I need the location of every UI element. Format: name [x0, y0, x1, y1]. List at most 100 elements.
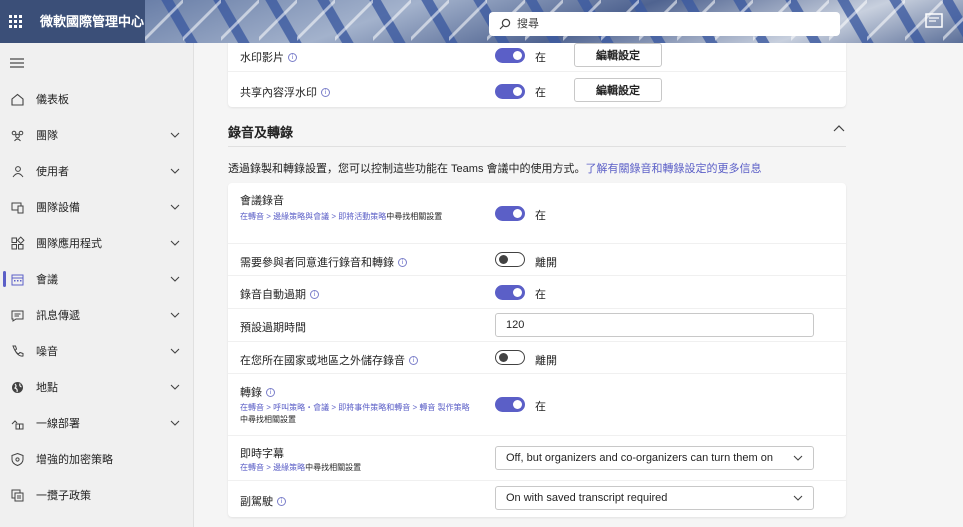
edit-settings-button[interactable]: 編輯設定 [574, 43, 662, 67]
sidebar-item-label: 團隊應用程式 [36, 238, 102, 250]
setting-row-auto-expire: 錄音自動過期 i 在 [228, 276, 846, 309]
setting-name: 轉錄 i [240, 384, 275, 400]
sidebar-item-label: 儀表板 [36, 94, 69, 106]
toggle-state-label: 在 [535, 52, 546, 64]
sidebar-item-locations[interactable]: 地點 [0, 369, 194, 405]
setting-name: 副駕駛 i [240, 493, 286, 509]
setting-name: 即時字幕 [240, 448, 284, 460]
sidebar-item-meetings[interactable]: 會議 [0, 261, 194, 297]
chevron-up-icon[interactable] [833, 124, 845, 132]
users-icon [12, 165, 24, 177]
learn-more-link[interactable]: 了解有關錄音和轉錄設定的更多信息 [586, 163, 762, 175]
toggle-state-label: 在 [535, 210, 546, 222]
live-captions-dropdown[interactable]: Off, but organizers and co-organizers ca… [495, 446, 814, 470]
search-input[interactable] [517, 18, 817, 30]
info-icon[interactable]: i [409, 355, 418, 365]
sidebar-item-label: 增強的加密策略 [36, 454, 113, 466]
sidebar-item-voice[interactable]: 噪音 [0, 333, 194, 369]
setting-name: 需要參與者同意進行錄音和轉錄 i [240, 254, 407, 270]
section-divider [228, 146, 846, 147]
setting-path: 在轉音 > 邊緣策略中尋找相關設置 [240, 462, 470, 474]
phone-icon [12, 345, 24, 357]
setting-name: 共享內容浮水印 i [240, 84, 330, 100]
chevron-down-icon [793, 455, 803, 461]
chat-icon [11, 310, 24, 322]
info-icon[interactable]: i [288, 52, 297, 62]
setting-path: 在轉音 > 邊緣策略與會議 > 即將活動策略中尋找相關設置 [240, 211, 470, 223]
sidebar-item-label: 噪音 [36, 346, 58, 358]
section-description-text: 透過錄製和轉錄設置，您可以控制這些功能在 Teams 會議中的使用方式。 [228, 163, 586, 175]
policy-path-link[interactable]: 在轉音 > 呼叫策略・會議 > 即將事件策略和轉音 > 轉音 製作策略 [240, 403, 470, 412]
policy-path-link[interactable]: 在轉音 > 邊緣策略 [240, 463, 305, 472]
teams-icon [11, 130, 24, 141]
setting-name: 預設過期時間 [240, 322, 306, 334]
copilot-dropdown[interactable]: On with saved transcript required [495, 486, 814, 510]
store-outside-toggle[interactable] [495, 350, 525, 365]
transcription-toggle[interactable] [495, 397, 525, 412]
sidebar-item-label: 地點 [36, 382, 58, 394]
setting-row-default-expiry: 預設過期時間 120 [228, 309, 846, 342]
info-icon[interactable]: i [321, 87, 330, 97]
sidebar-item-teams[interactable]: 團隊 [0, 117, 194, 153]
sidebar: 儀表板 團隊 使用者 團隊設備 團隊應用程式 會議 訊息傳遞 噪音 地點 一線部… [0, 43, 194, 527]
toggle-state-label: 在 [535, 87, 546, 99]
hamburger-menu-icon[interactable] [10, 57, 24, 69]
sidebar-item-team-devices[interactable]: 團隊設備 [0, 189, 194, 225]
info-icon[interactable]: i [277, 496, 286, 506]
policy-package-icon [11, 489, 24, 501]
setting-row-copilot: 副駕駛 i On with saved transcript required [228, 481, 846, 517]
setting-name: 會議錄音 [240, 195, 284, 207]
frontline-icon [11, 419, 24, 429]
apps-icon [11, 235, 25, 249]
policy-path-link[interactable]: 在轉音 > 邊緣策略與會議 > 即將活動策略 [240, 212, 386, 221]
notification-icon[interactable] [924, 12, 944, 30]
default-expiry-value: 120 [506, 319, 525, 331]
app-launcher-icon[interactable] [0, 0, 30, 43]
chevron-down-icon [170, 384, 180, 390]
dropdown-selected-value: On with saved transcript required [506, 492, 668, 504]
sidebar-item-frontline[interactable]: 一線部署 [0, 405, 194, 441]
sidebar-item-label: 一攬子政策 [36, 490, 91, 502]
setting-row-store-outside: 在您所在國家或地區之外儲存錄音 i 離開 [228, 342, 846, 374]
info-icon[interactable]: i [266, 387, 275, 397]
auto-expire-toggle[interactable] [495, 285, 525, 300]
require-consent-toggle[interactable] [495, 252, 525, 267]
chevron-down-icon [170, 312, 180, 318]
video-watermark-toggle[interactable] [495, 48, 525, 63]
dropdown-selected-value: Off, but organizers and co-organizers ca… [506, 452, 773, 464]
sidebar-item-team-apps[interactable]: 團隊應用程式 [0, 225, 194, 261]
search-icon [499, 18, 511, 30]
chevron-down-icon [170, 240, 180, 246]
info-icon[interactable]: i [310, 289, 319, 299]
sidebar-item-users[interactable]: 使用者 [0, 153, 194, 189]
sidebar-item-label: 一線部署 [36, 418, 80, 430]
policy-path-text: 中尋找相關設置 [305, 463, 362, 472]
setting-row-transcription: 轉錄 i 在轉音 > 呼叫策略・會議 > 即將事件策略和轉音 > 轉音 製作策略中… [228, 374, 846, 436]
policy-path-text: 中尋找相關設置 [386, 212, 443, 221]
setting-row-require-consent: 需要參與者同意進行錄音和轉錄 i 離開 [228, 244, 846, 276]
edit-settings-button[interactable]: 編輯設定 [574, 78, 662, 102]
setting-path: 在轉音 > 呼叫策略・會議 > 即將事件策略和轉音 > 轉音 製作策略中尋找相關… [240, 402, 470, 426]
search-box[interactable] [489, 12, 840, 36]
meeting-recording-toggle[interactable] [495, 206, 525, 221]
sidebar-item-dashboard[interactable]: 儀表板 [0, 81, 194, 117]
chevron-down-icon [170, 276, 180, 282]
chevron-down-icon [170, 204, 180, 210]
chevron-down-icon [170, 168, 180, 174]
content-watermark-toggle[interactable] [495, 84, 525, 99]
app-title[interactable]: 微軟國際管理中心 [40, 0, 144, 43]
sidebar-item-policy-packages[interactable]: 一攬子政策 [0, 477, 194, 513]
home-icon [11, 93, 24, 106]
setting-name: 水印影片 i [240, 49, 297, 65]
sidebar-item-label: 團隊設備 [36, 202, 80, 214]
sidebar-item-encryption-policies[interactable]: 增強的加密策略 [0, 441, 194, 477]
info-icon[interactable]: i [398, 257, 407, 267]
default-expiry-input[interactable]: 120 [495, 313, 814, 337]
section-title: 錄音及轉錄 [228, 125, 294, 140]
setting-row-live-captions: 即時字幕 在轉音 > 邊緣策略中尋找相關設置 Off, but organize… [228, 436, 846, 481]
toggle-state-label: 在 [535, 401, 546, 413]
sidebar-item-messaging[interactable]: 訊息傳遞 [0, 297, 194, 333]
setting-name: 在您所在國家或地區之外儲存錄音 i [240, 352, 418, 368]
setting-row-meeting-recording: 會議錄音 在轉音 > 邊緣策略與會議 > 即將活動策略中尋找相關設置 在 [228, 183, 846, 244]
toggle-state-label: 在 [535, 289, 546, 301]
